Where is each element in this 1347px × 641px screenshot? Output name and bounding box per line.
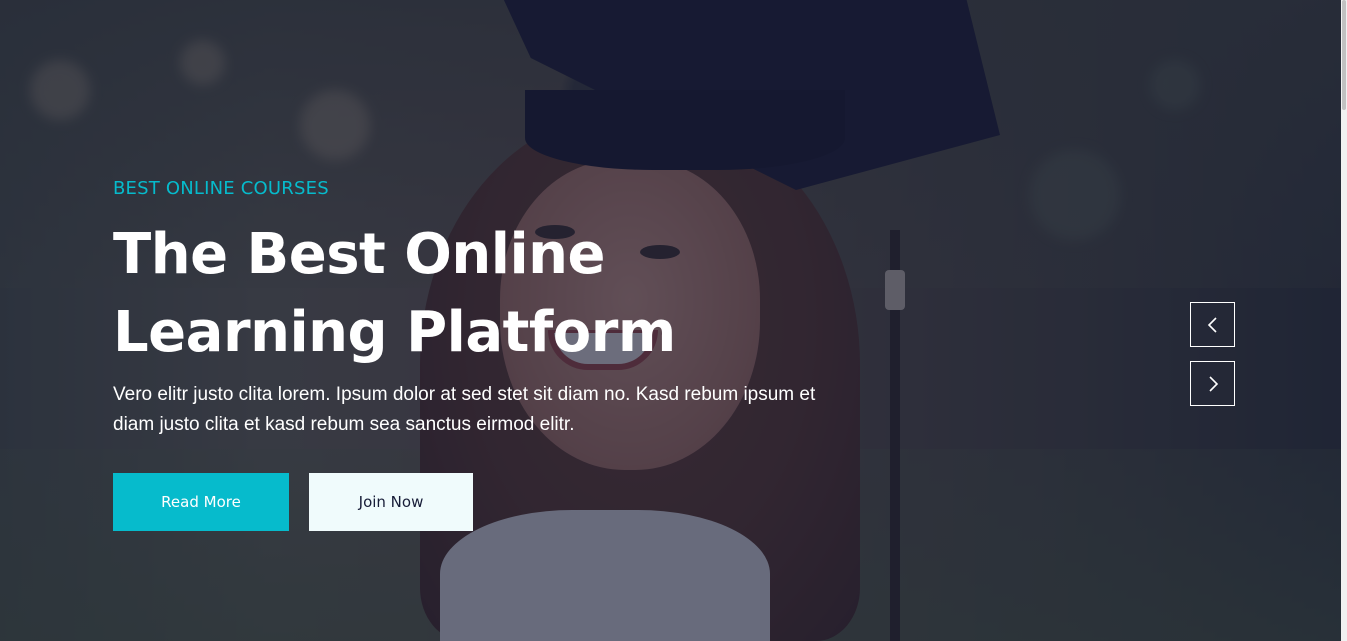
- carousel-prev-button[interactable]: [1190, 302, 1235, 347]
- hero-carousel-slide: BEST ONLINE COURSES The Best Online Lear…: [0, 0, 1341, 641]
- chevron-left-icon: [1207, 316, 1217, 333]
- hero-buttons: Read More Join Now: [113, 473, 873, 531]
- hero-description: Vero elitr justo clita lorem. Ipsum dolo…: [113, 384, 816, 435]
- chevron-right-icon: [1208, 375, 1218, 392]
- scrollbar-thumb[interactable]: [1342, 0, 1346, 110]
- join-now-button[interactable]: Join Now: [309, 473, 473, 531]
- hero-title: The Best Online Learning Platform: [113, 222, 676, 365]
- carousel-next-button[interactable]: [1190, 361, 1235, 406]
- hero-content: BEST ONLINE COURSES The Best Online Lear…: [113, 178, 873, 531]
- read-more-button[interactable]: Read More: [113, 473, 289, 531]
- hero-eyebrow: BEST ONLINE COURSES: [113, 178, 329, 199]
